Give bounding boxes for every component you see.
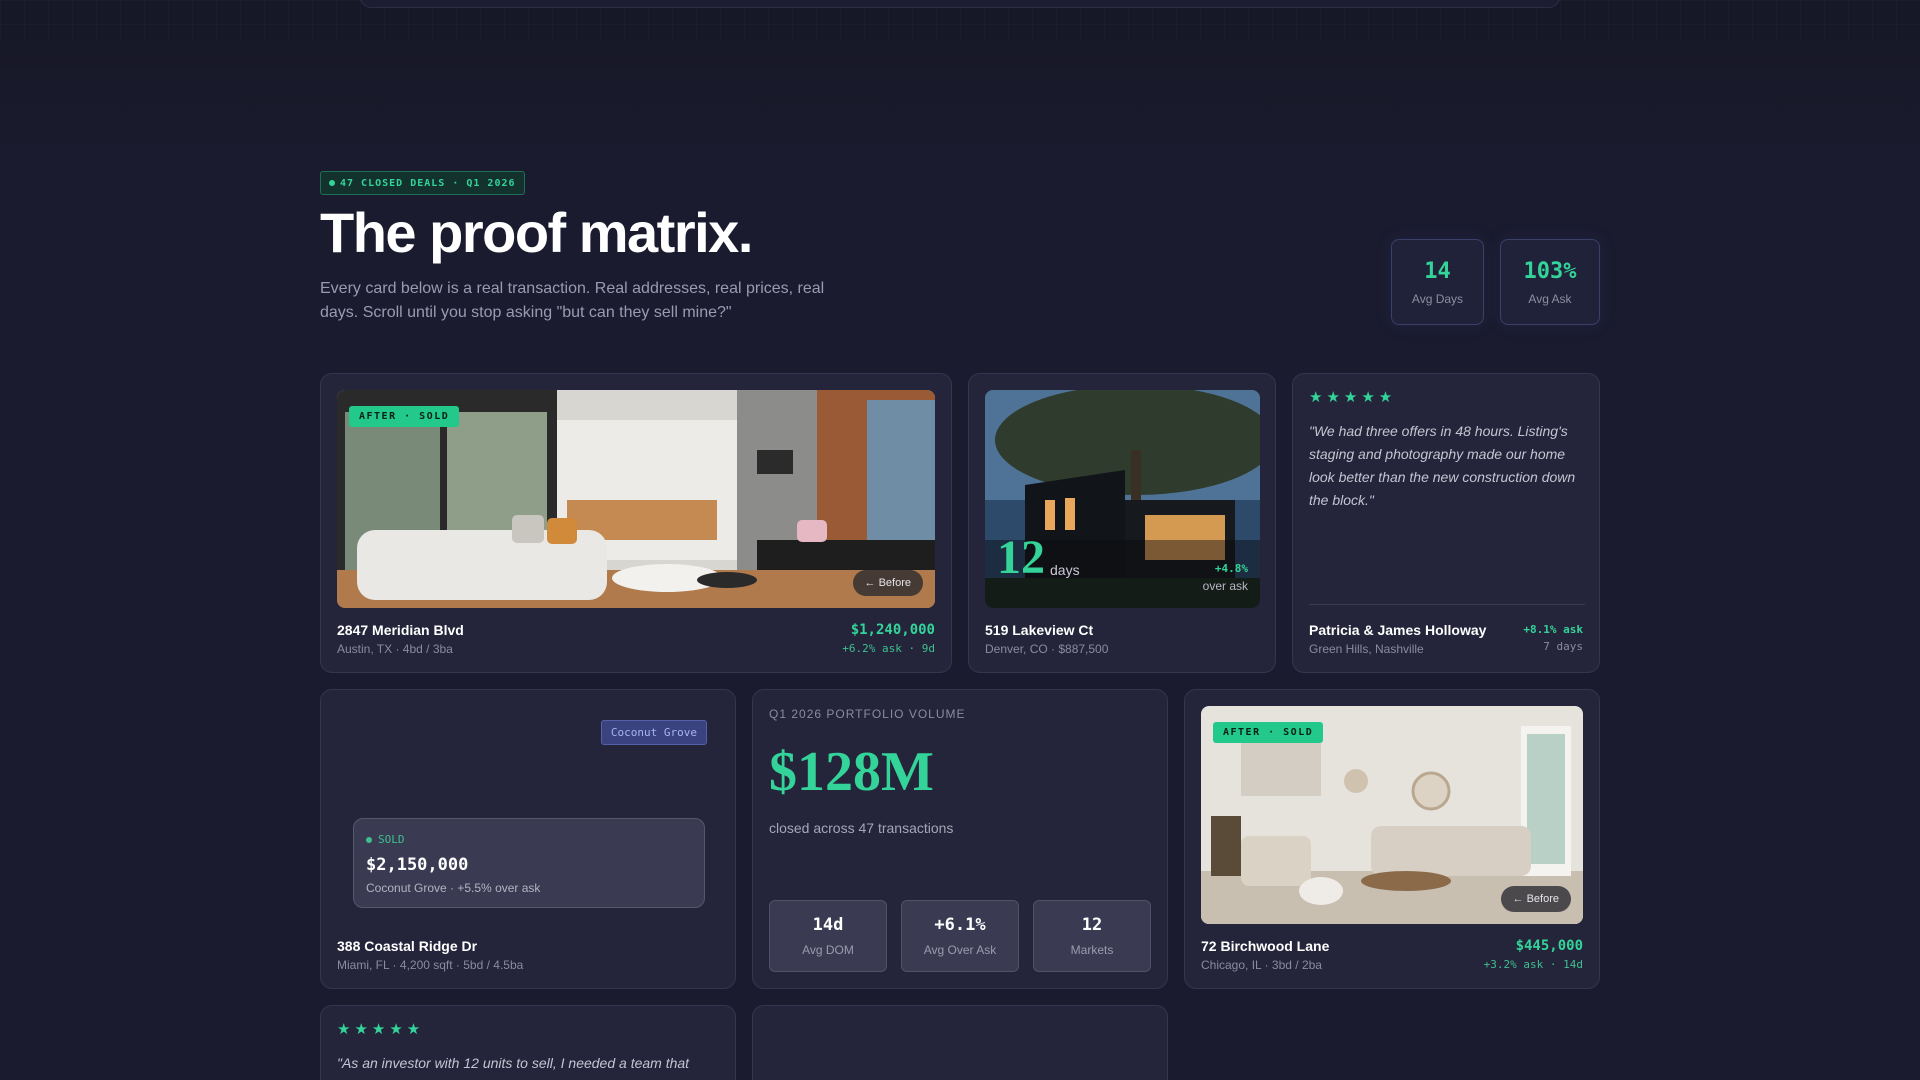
after-sold-tag: AFTER · SOLD	[1213, 722, 1324, 743]
sold-price: $2,150,000	[366, 855, 469, 875]
stat-label: Markets	[1070, 943, 1114, 957]
days-label: days	[1050, 562, 1080, 578]
stat-value: 14	[1424, 258, 1451, 284]
background-fade	[0, 40, 1920, 160]
stat-label: Avg Ask	[1528, 291, 1572, 306]
testimonial-card-holloway[interactable]: ★★★★★ "We had three offers in 48 hours. …	[1292, 373, 1600, 673]
stat-label: Avg Over Ask	[923, 943, 997, 957]
listing-card-birchwood[interactable]: AFTER · SOLD ← Before 72 Birchwood Lane …	[1184, 689, 1600, 989]
listing-card-coastal[interactable]: Coconut Grove SOLD $2,150,000 Coconut Gr…	[320, 689, 736, 989]
volume-amount: $128M	[769, 741, 934, 803]
stat-label: Avg Days	[1411, 291, 1464, 306]
stat-avg-ask: 103% Avg Ask	[1500, 239, 1600, 325]
listing-delta: +6.2% ask · 9d	[842, 642, 935, 655]
days-on-market: 7 days	[1543, 640, 1583, 653]
testimonial-quote: "We had three offers in 48 hours. Listin…	[1309, 423, 1576, 508]
listing-photo: AFTER · SOLD ← Before	[1201, 706, 1583, 924]
neighborhood-chip[interactable]: Coconut Grove	[600, 720, 707, 745]
days-count: 12	[997, 531, 1045, 584]
over-ask-label: over ask	[1202, 579, 1248, 593]
rating-stars-icon: ★★★★★	[337, 1021, 425, 1038]
sold-label: SOLD	[378, 833, 405, 846]
client-location: Green Hills, Nashville	[1309, 642, 1424, 656]
volume-label: Q1 2026 PORTFOLIO VOLUME	[769, 707, 966, 721]
listing-address: 72 Birchwood Lane	[1201, 938, 1330, 954]
listing-photo: 12 days +4.8% over ask	[985, 390, 1260, 608]
before-toggle-button[interactable]: ← Before	[852, 570, 923, 596]
listing-address: 2847 Meridian Blvd	[337, 622, 464, 638]
stat-value: 103%	[1523, 258, 1577, 284]
volume-stat-avg-dom: 14d Avg DOM	[769, 900, 887, 972]
testimonial-quote: "As an investor with 12 units to sell, I…	[337, 1055, 690, 1071]
over-ask-value: +8.1% ask	[1523, 623, 1583, 636]
sold-overlay-panel: SOLD $2,150,000 Coconut Grove · +5.5% ov…	[353, 818, 705, 908]
testimonial-card-investor[interactable]: ★★★★★ "As an investor with 12 units to s…	[320, 1005, 736, 1080]
closed-deals-badge-label: 47 CLOSED DEALS · Q1 2026	[340, 177, 516, 189]
page-subtitle: Every card below is a real transaction. …	[320, 280, 825, 321]
client-name: Patricia & James Holloway	[1309, 622, 1487, 638]
listing-meta: Denver, CO · $887,500	[985, 642, 1109, 656]
listing-delta: +3.2% ask · 14d	[1483, 958, 1583, 971]
listing-address: 388 Coastal Ridge Dr	[337, 938, 478, 954]
placeholder-card	[752, 1005, 1168, 1080]
volume-stat-over-ask: +6.1% Avg Over Ask	[901, 900, 1019, 972]
stat-label: Avg DOM	[802, 943, 854, 957]
divider	[1309, 604, 1585, 605]
listing-meta: Austin, TX · 4bd / 3ba	[337, 642, 453, 656]
listing-meta: Chicago, IL · 3bd / 2ba	[1201, 958, 1322, 972]
portfolio-volume-card: Q1 2026 PORTFOLIO VOLUME $128M closed ac…	[752, 689, 1168, 989]
sold-status: SOLD	[366, 833, 405, 846]
over-ask-value: +4.8%	[1214, 562, 1248, 575]
after-sold-tag: AFTER · SOLD	[349, 406, 460, 427]
stat-avg-days: 14 Avg Days	[1391, 239, 1484, 325]
closed-deals-badge: 47 CLOSED DEALS · Q1 2026	[320, 171, 525, 195]
listing-price: $445,000	[1515, 938, 1583, 954]
listing-meta: Miami, FL · 4,200 sqft · 5bd / 4.5ba	[337, 958, 524, 972]
volume-stat-markets: 12 Markets	[1033, 900, 1151, 972]
volume-caption: closed across 47 transactions	[769, 820, 954, 836]
sold-meta: Coconut Grove · +5.5% over ask	[366, 881, 541, 895]
before-toggle-button[interactable]: ← Before	[1500, 886, 1571, 912]
stat-value: +6.1%	[934, 915, 986, 935]
listing-card-lakeview[interactable]: 12 days +4.8% over ask 519 Lakeview Ct D…	[968, 373, 1276, 673]
rating-stars-icon: ★★★★★	[1309, 389, 1397, 406]
listing-photo: AFTER · SOLD ← Before	[337, 390, 935, 608]
top-nav-bar[interactable]	[360, 0, 1560, 8]
listing-card-meridian[interactable]: AFTER · SOLD ← Before 2847 Meridian Blvd…	[320, 373, 952, 673]
listing-price: $1,240,000	[850, 622, 935, 638]
listing-address: 519 Lakeview Ct	[985, 622, 1094, 638]
status-dot-icon	[329, 180, 335, 186]
stat-value: 12	[1081, 915, 1103, 935]
sold-dot-icon	[366, 836, 372, 843]
stat-value: 14d	[812, 915, 844, 935]
page-title: The proof matrix.	[320, 201, 753, 264]
